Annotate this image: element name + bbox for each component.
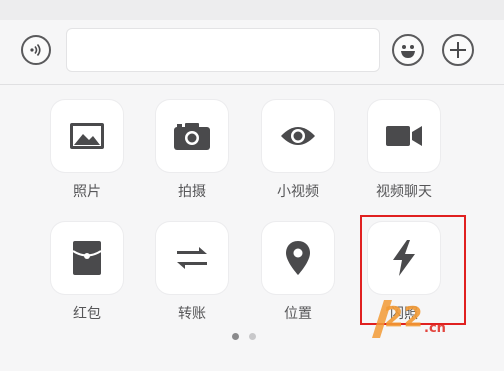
- page-dot-1[interactable]: [232, 333, 239, 340]
- red-packet-label: 红包: [73, 306, 101, 322]
- top-strip: [0, 0, 504, 20]
- emoji-button[interactable]: [392, 34, 424, 66]
- photo-button[interactable]: [51, 100, 123, 172]
- photo-icon: [70, 123, 104, 149]
- location-button[interactable]: [262, 222, 334, 294]
- svg-text:22: 22: [384, 300, 423, 333]
- page-dot-2[interactable]: [249, 333, 256, 340]
- voice-button[interactable]: [21, 35, 51, 65]
- more-button[interactable]: [442, 34, 474, 66]
- photo-label: 照片: [73, 184, 101, 200]
- video-chat-label: 视频聊天: [376, 184, 432, 200]
- transfer-icon: [177, 247, 207, 269]
- red-packet-icon: [72, 241, 102, 275]
- transfer-label: 转账: [178, 306, 206, 322]
- site-watermark: 22 .cn: [370, 292, 450, 340]
- video-chat-button[interactable]: [368, 100, 440, 172]
- transfer-button[interactable]: [156, 222, 228, 294]
- video-camera-icon: [386, 126, 422, 146]
- chat-input-bar: [0, 20, 504, 85]
- location-label: 位置: [284, 306, 312, 322]
- short-video-button[interactable]: [262, 100, 334, 172]
- camera-label: 拍摄: [178, 184, 206, 200]
- svg-text:.cn: .cn: [424, 321, 446, 336]
- camera-icon: [174, 123, 210, 150]
- voice-icon: [30, 43, 41, 57]
- eye-icon: [281, 127, 315, 145]
- short-video-label: 小视频: [277, 184, 319, 200]
- plus-icon: [450, 42, 466, 58]
- camera-button[interactable]: [156, 100, 228, 172]
- page-indicator[interactable]: [232, 333, 256, 340]
- location-pin-icon: [286, 241, 310, 275]
- red-packet-button[interactable]: [51, 222, 123, 294]
- message-input[interactable]: [66, 28, 380, 72]
- emoji-icon: [401, 45, 415, 58]
